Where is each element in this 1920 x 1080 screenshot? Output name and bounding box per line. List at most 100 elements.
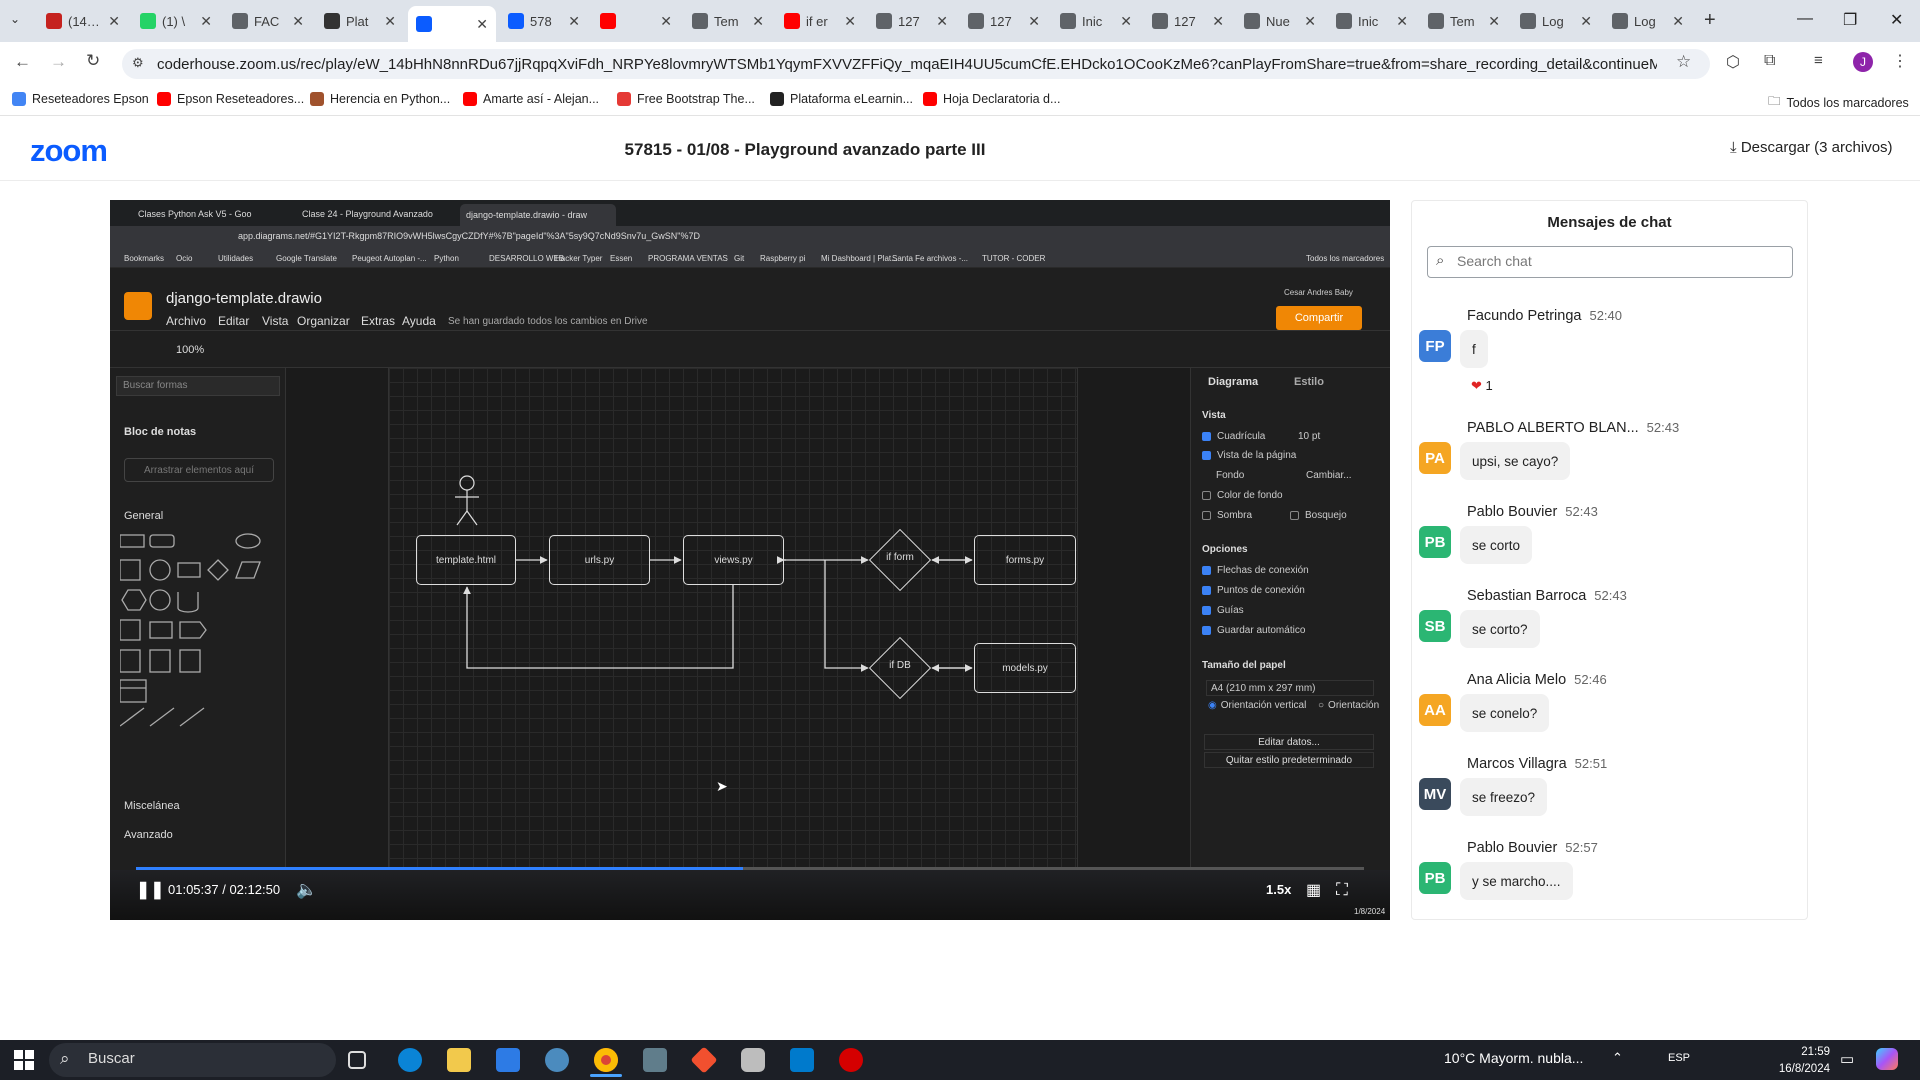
bookmark-favicon-icon <box>12 92 26 106</box>
portrait-label: Orientación vertical <box>1220 700 1307 711</box>
restore-button[interactable]: ❐ <box>1843 10 1857 30</box>
clock[interactable]: 21:59 16/8/2024 <box>1760 1044 1830 1078</box>
avatar: PA <box>1419 442 1451 474</box>
tab-close-icon[interactable]: ✕ <box>292 13 304 30</box>
close-window-button[interactable]: ✕ <box>1890 10 1903 30</box>
message-bubble[interactable]: y se marcho.... <box>1460 862 1573 900</box>
browser-tab[interactable]: 127 ✕ <box>960 6 1048 36</box>
tab-close-icon[interactable]: ✕ <box>1488 13 1500 30</box>
chrome-icon[interactable] <box>594 1048 618 1072</box>
message-bubble[interactable]: upsi, se cayo? <box>1460 442 1571 480</box>
bookmark-item[interactable]: Hoja Declaratoria d... <box>923 92 1060 106</box>
bg-color-label: Color de fondo <box>1217 490 1283 501</box>
volume-icon[interactable]: 🔈 <box>296 880 317 900</box>
task-view-icon[interactable] <box>348 1051 366 1069</box>
bookmark-item[interactable]: Reseteadores Epson <box>12 92 149 106</box>
back-button[interactable]: ← <box>14 52 31 72</box>
weather-widget[interactable]: 10°C Mayorm. nubla... <box>1444 1050 1583 1066</box>
download-label: Descargar (3 archivos) <box>1740 139 1893 156</box>
browser-tab[interactable]: Nue ✕ <box>1236 6 1324 36</box>
browser-tab[interactable]: ✕ <box>408 6 496 42</box>
tab-close-icon[interactable]: ✕ <box>752 13 764 30</box>
tab-close-icon[interactable]: ✕ <box>476 16 488 33</box>
start-button[interactable] <box>14 1050 34 1070</box>
python-icon[interactable] <box>545 1048 569 1072</box>
browser-tab[interactable]: Inic ✕ <box>1052 6 1140 36</box>
extensions-puzzle-icon[interactable]: ⧉ <box>1764 52 1775 70</box>
bookmark-item[interactable]: Free Bootstrap The... <box>617 92 755 106</box>
tab-close-icon[interactable]: ✕ <box>1028 13 1040 30</box>
browser-tab[interactable]: ✕ <box>592 6 680 36</box>
extension-icon[interactable]: ⬡ <box>1726 52 1740 72</box>
tab-close-icon[interactable]: ✕ <box>108 13 120 30</box>
tab-close-icon[interactable]: ✕ <box>936 13 948 30</box>
tab-close-icon[interactable]: ✕ <box>1672 13 1684 30</box>
download-button[interactable]: ⤓ Descargar (3 archivos) <box>1730 139 1893 156</box>
browser-tab[interactable]: 127 ✕ <box>1144 6 1232 36</box>
site-info-icon[interactable]: ⚙ <box>132 55 144 71</box>
browser-tab[interactable]: FAC ✕ <box>224 6 312 36</box>
tab-favicon-icon <box>1428 13 1444 29</box>
bookmark-item[interactable]: Herencia en Python... <box>310 92 450 106</box>
notification-icon[interactable]: ▭ <box>1840 1050 1854 1068</box>
browser-tab[interactable]: Inic ✕ <box>1328 6 1416 36</box>
tab-close-icon[interactable]: ✕ <box>1212 13 1224 30</box>
browser-tab[interactable]: Tem ✕ <box>1420 6 1508 36</box>
message-bubble[interactable]: se freezo? <box>1460 778 1548 816</box>
tab-close-icon[interactable]: ✕ <box>384 13 396 30</box>
tab-close-icon[interactable]: ✕ <box>1396 13 1408 30</box>
tray-chevron-icon[interactable]: ⌃ <box>1612 1050 1623 1066</box>
bookmark-item[interactable]: Epson Reseteadores... <box>157 92 304 106</box>
language-indicator[interactable]: ESP <box>1668 1052 1690 1064</box>
message-bubble[interactable]: f <box>1460 330 1488 368</box>
edge-icon[interactable] <box>398 1048 422 1072</box>
all-bookmarks-folder[interactable]: 🗀 Todos los marcadores <box>1768 92 1909 113</box>
tab-close-icon[interactable]: ✕ <box>200 13 212 30</box>
browser-tab[interactable]: Log ✕ <box>1512 6 1600 36</box>
file-explorer-icon[interactable] <box>447 1048 471 1072</box>
pause-button[interactable]: ❚❚ <box>136 880 165 900</box>
calculator-icon[interactable] <box>643 1048 667 1072</box>
message-bubble[interactable]: se corto? <box>1460 610 1540 648</box>
browser-tab[interactable]: 127 ✕ <box>868 6 956 36</box>
playback-speed[interactable]: 1.5x <box>1266 882 1291 897</box>
reload-button[interactable]: ↻ <box>86 51 100 71</box>
bookmark-star-icon[interactable]: ☆ <box>1676 52 1691 72</box>
tab-close-icon[interactable]: ✕ <box>1580 13 1592 30</box>
message-bubble[interactable]: se conelo? <box>1460 694 1550 732</box>
progress-bar[interactable] <box>136 867 1364 870</box>
browser-tab[interactable]: Log ✕ <box>1604 6 1692 36</box>
browser-tab[interactable]: Tem ✕ <box>684 6 772 36</box>
tab-close-icon[interactable]: ✕ <box>1120 13 1132 30</box>
tab-close-icon[interactable]: ✕ <box>660 13 672 30</box>
recording-video[interactable]: Clases Python Ask V5 - Goo Clase 24 - Pl… <box>110 200 1390 920</box>
opera-icon[interactable] <box>839 1048 863 1072</box>
browser-tab[interactable]: if er ✕ <box>776 6 864 36</box>
media-controls-icon[interactable]: ≡ <box>1814 52 1823 69</box>
tab-close-icon[interactable]: ✕ <box>1304 13 1316 30</box>
bookmark-item[interactable]: Plataforma eLearnin... <box>770 92 913 106</box>
tab-label: Plat <box>346 13 369 29</box>
tab-close-icon[interactable]: ✕ <box>568 13 580 30</box>
fullscreen-icon[interactable]: ⛶ <box>1336 880 1348 900</box>
layout-icon[interactable]: ▦ <box>1306 880 1321 900</box>
new-tab-button[interactable]: + <box>1704 9 1716 32</box>
profile-avatar[interactable]: J <box>1853 52 1873 72</box>
bookmark-item[interactable]: Amarte así - Alejan... <box>463 92 599 106</box>
browser-tab[interactable]: 578 ✕ <box>500 6 588 36</box>
browser-tab[interactable]: Plat ✕ <box>316 6 404 36</box>
vscode-icon[interactable] <box>790 1048 814 1072</box>
copilot-icon[interactable] <box>1876 1048 1898 1070</box>
store-icon[interactable] <box>496 1048 520 1072</box>
tab-search-button[interactable]: ⌄ <box>10 12 20 26</box>
browser-tab[interactable]: (1) \ ✕ <box>132 6 220 36</box>
reaction[interactable]: ❤ 1 <box>1471 378 1493 394</box>
forward-button[interactable]: → <box>50 52 67 72</box>
tab-close-icon[interactable]: ✕ <box>844 13 856 30</box>
minimize-button[interactable]: — <box>1797 10 1813 28</box>
message-bubble[interactable]: se corto <box>1460 526 1533 564</box>
browser-tab[interactable]: (14… ✕ <box>38 6 128 36</box>
chrome-menu-icon[interactable]: ⋮ <box>1892 51 1908 71</box>
url-text[interactable]: coderhouse.zoom.us/rec/play/eW_14bHhN8nn… <box>157 56 1657 73</box>
database-icon[interactable] <box>741 1048 765 1072</box>
